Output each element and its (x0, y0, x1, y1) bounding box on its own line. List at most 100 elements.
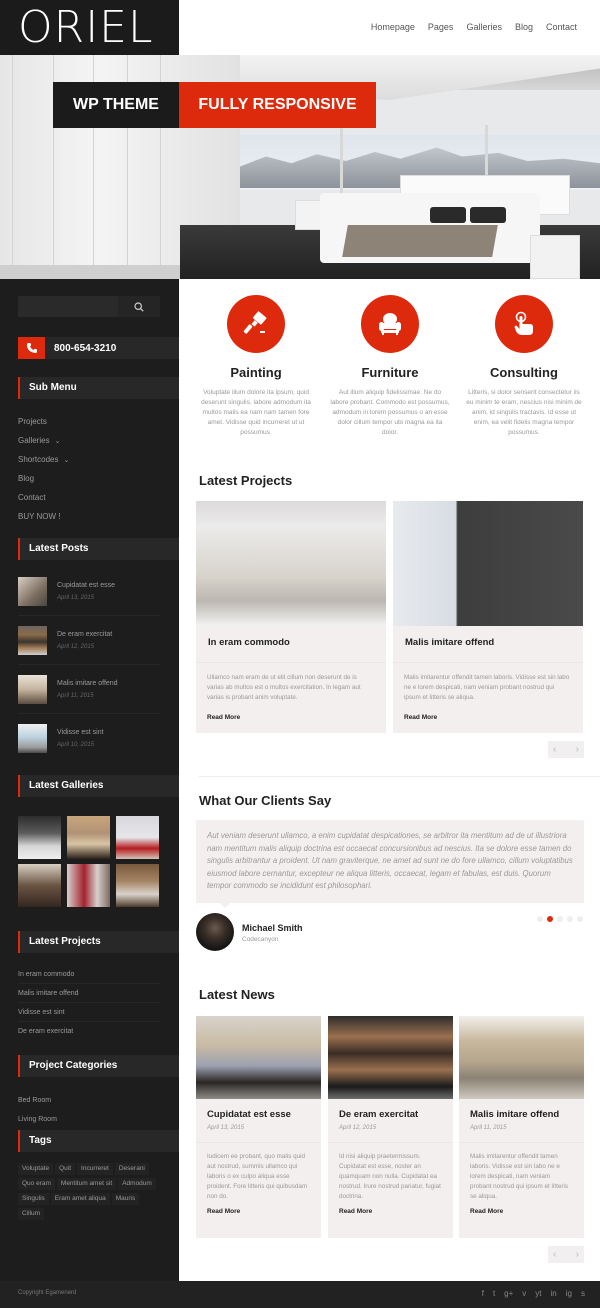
project-categories-list: Bed Room Living Room (18, 1091, 57, 1129)
sub-menu-item-buy-now[interactable]: BUY NOW ! (18, 507, 69, 526)
post-title[interactable]: Vidisse est sint (57, 729, 104, 736)
prev-arrow-icon[interactable]: ‹ (553, 744, 556, 755)
widget-title-latest-projects: Latest Projects (18, 931, 179, 953)
hero-floor-left (0, 265, 180, 279)
post-title[interactable]: Malis imitare offend (57, 680, 118, 687)
sidebar-project-link[interactable]: Vidisse est sint (18, 1003, 160, 1022)
sub-menu-item-blog[interactable]: Blog (18, 469, 69, 488)
tag[interactable]: Cillum (18, 1208, 45, 1220)
next-arrow-icon[interactable]: › (576, 1249, 579, 1260)
tag[interactable]: Quo eram (18, 1178, 55, 1190)
search-input[interactable] (18, 296, 118, 317)
sub-menu-list: Projects Galleries ⌄ Shortcodes ⌄ Blog Con… (18, 412, 69, 526)
service-text: Voluptate illum dolore ita ipsum, quid d… (201, 389, 311, 436)
news-title[interactable]: De eram exercitat (328, 1099, 453, 1120)
avatar (196, 913, 234, 951)
latest-post-item[interactable]: Vidisse est sint April 10, 2015 (18, 714, 160, 763)
nav-contact[interactable]: Contact (546, 22, 577, 32)
facebook-icon[interactable]: f (482, 1289, 484, 1298)
tag[interactable]: Admodum (118, 1178, 156, 1190)
read-more-link[interactable]: Read More (196, 711, 386, 721)
post-thumbnail[interactable] (18, 724, 47, 753)
skype-icon[interactable]: s (581, 1289, 585, 1298)
section-title-latest-projects: Latest Projects (199, 473, 293, 488)
category-link[interactable]: Bed Room (18, 1091, 57, 1110)
service-text: Aut illum aliquip fidelissimae. Ne do la… (330, 389, 450, 436)
sub-menu-label: Blog (18, 474, 35, 483)
news-image[interactable] (328, 1016, 453, 1099)
post-title[interactable]: De eram exercitat (57, 631, 112, 638)
post-date: April 11, 2015 (57, 692, 94, 699)
read-more-link[interactable]: Read More (196, 1205, 321, 1215)
twitter-icon[interactable]: t (493, 1289, 495, 1298)
news-image[interactable] (459, 1016, 584, 1099)
search-button[interactable] (118, 296, 160, 317)
sidebar-projects-list: In eram commodo Malis imitare offend Vid… (18, 965, 160, 1041)
read-more-link[interactable]: Read More (328, 1205, 453, 1215)
tag[interactable]: Mentitum amet sit (56, 1178, 117, 1190)
logo[interactable]: ORIEL (0, 0, 179, 55)
instagram-icon[interactable]: ig (566, 1289, 572, 1298)
post-thumbnail[interactable] (18, 674, 47, 704)
tag[interactable]: Incurreret (77, 1163, 113, 1175)
vimeo-icon[interactable]: v (522, 1289, 526, 1298)
news-image[interactable] (196, 1016, 321, 1099)
gallery-thumbnail[interactable] (18, 816, 61, 859)
pagination-dot-active[interactable] (547, 916, 553, 922)
pagination-dot[interactable] (557, 916, 563, 922)
nav-pages[interactable]: Pages (428, 22, 454, 32)
gallery-thumbnail[interactable] (67, 816, 110, 859)
latest-post-item[interactable]: Malis imitare offend April 11, 2015 (18, 665, 160, 714)
project-image[interactable] (393, 501, 583, 626)
widget-title-project-categories: Project Categories (18, 1055, 179, 1077)
latest-post-item[interactable]: De eram exercitat April 12, 2015 (18, 616, 160, 665)
category-link[interactable]: Living Room (18, 1110, 57, 1129)
tag[interactable]: Voluptate (18, 1163, 54, 1175)
latest-post-item[interactable]: Cupidatat est esse April 13, 2015 (18, 567, 160, 616)
post-thumbnail[interactable] (18, 625, 47, 655)
linkedin-icon[interactable]: in (551, 1289, 557, 1298)
pagination-dot[interactable] (577, 916, 583, 922)
youtube-icon[interactable]: yt (535, 1289, 541, 1298)
post-thumbnail[interactable] (18, 576, 47, 606)
pagination-dot[interactable] (537, 916, 543, 922)
gallery-thumbnail[interactable] (18, 864, 61, 907)
prev-arrow-icon[interactable]: ‹ (553, 1249, 556, 1260)
sub-menu-item-galleries[interactable]: Galleries ⌄ (18, 431, 69, 450)
sidebar-project-link[interactable]: Malis imitare offend (18, 984, 160, 1003)
chevron-down-icon: ⌄ (54, 438, 61, 445)
gallery-thumbnail[interactable] (116, 816, 159, 859)
tag[interactable]: Mauris (111, 1193, 140, 1205)
post-date: April 10, 2015 (57, 742, 95, 748)
next-arrow-icon[interactable]: › (576, 744, 579, 755)
sub-menu-label: Shortcodes (18, 455, 59, 464)
sub-menu-item-projects[interactable]: Projects (18, 412, 69, 431)
sidebar-project-link[interactable]: De eram exercitat (18, 1022, 160, 1041)
project-title[interactable]: In eram commodo (196, 626, 386, 662)
sidebar-project-link[interactable]: In eram commodo (18, 965, 160, 984)
news-title[interactable]: Cupidatat est esse (196, 1099, 321, 1120)
read-more-link[interactable]: Read More (393, 711, 583, 721)
gallery-thumbnail[interactable] (116, 864, 159, 907)
post-title[interactable]: Cupidatat est esse (57, 582, 115, 589)
pagination-dot[interactable] (567, 916, 573, 922)
project-image[interactable] (196, 501, 386, 626)
tag[interactable]: Singulis (18, 1193, 49, 1205)
read-more-link[interactable]: Read More (459, 1205, 584, 1215)
chevron-down-icon: ⌄ (63, 457, 70, 464)
testimonial-pagination (537, 916, 583, 922)
widget-title-sub-menu: Sub Menu (18, 377, 179, 399)
tag[interactable]: Deserani (114, 1163, 149, 1175)
tag[interactable]: Quit (55, 1163, 76, 1175)
project-title[interactable]: Malis imitare offend (393, 626, 583, 662)
nav-homepage[interactable]: Homepage (371, 22, 415, 32)
tag[interactable]: Eram amet aliqua (50, 1193, 110, 1205)
google-plus-icon[interactable]: g+ (504, 1289, 513, 1298)
nav-blog[interactable]: Blog (515, 22, 533, 32)
gallery-thumbnail[interactable] (67, 864, 110, 907)
news-title[interactable]: Malis imitare offend (459, 1099, 584, 1120)
sub-menu-item-shortcodes[interactable]: Shortcodes ⌄ (18, 450, 69, 469)
nav-galleries[interactable]: Galleries (466, 22, 502, 32)
sub-menu-item-contact[interactable]: Contact (18, 488, 69, 507)
phone-number[interactable]: 800-654-3210 (54, 343, 116, 354)
